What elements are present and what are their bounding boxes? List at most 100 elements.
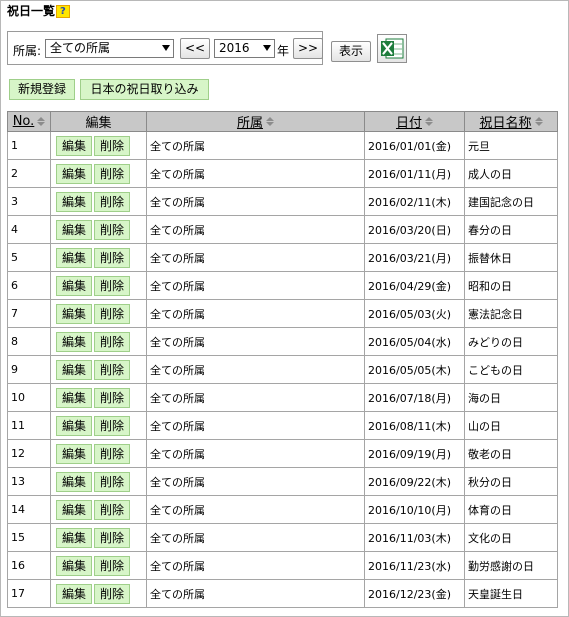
- row-no: 10: [7, 383, 51, 412]
- edit-button[interactable]: 編集: [56, 191, 93, 212]
- header-affiliation[interactable]: 所属: [146, 111, 365, 132]
- header-no[interactable]: No.: [7, 111, 51, 132]
- next-year-button[interactable]: >>: [293, 38, 323, 59]
- row-date: 2016/02/11(木): [364, 187, 465, 216]
- row-no: 14: [7, 495, 51, 524]
- edit-button[interactable]: 編集: [56, 163, 93, 184]
- edit-button[interactable]: 編集: [56, 527, 93, 548]
- row-holiday-name: こどもの日: [464, 355, 558, 384]
- excel-export-button[interactable]: [377, 34, 407, 63]
- row-no: 5: [7, 243, 51, 272]
- row-no: 11: [7, 411, 51, 440]
- delete-button[interactable]: 削除: [94, 415, 131, 436]
- delete-button[interactable]: 削除: [94, 247, 131, 268]
- window-frame: 祝日一覧 ? 所属: 全ての所属 << 2016 年 >> 表示 新規登録 日本…: [0, 0, 569, 617]
- row-affiliation: 全ての所属: [146, 523, 365, 552]
- header-date-label[interactable]: 日付: [396, 112, 422, 131]
- delete-button[interactable]: 削除: [94, 359, 131, 380]
- delete-button[interactable]: 削除: [94, 331, 131, 352]
- row-date: 2016/11/23(水): [364, 551, 465, 580]
- page-title: 祝日一覧 ?: [7, 4, 70, 18]
- edit-button[interactable]: 編集: [56, 331, 93, 352]
- edit-button[interactable]: 編集: [56, 387, 93, 408]
- edit-button[interactable]: 編集: [56, 555, 93, 576]
- delete-button[interactable]: 削除: [94, 191, 131, 212]
- row-affiliation: 全ての所属: [146, 383, 365, 412]
- edit-button[interactable]: 編集: [56, 359, 93, 380]
- row-affiliation: 全ての所属: [146, 187, 365, 216]
- row-holiday-name: 文化の日: [464, 523, 558, 552]
- table-row: 15 編集 削除 全ての所属 2016/11/03(木) 文化の日: [7, 523, 558, 552]
- row-affiliation: 全ての所属: [146, 159, 365, 188]
- delete-button[interactable]: 削除: [94, 387, 131, 408]
- table-row: 17 編集 削除 全ての所属 2016/12/23(金) 天皇誕生日: [7, 579, 558, 608]
- sort-icon: [534, 117, 543, 126]
- row-holiday-name: 振替休日: [464, 243, 558, 272]
- header-name[interactable]: 祝日名称: [464, 111, 558, 132]
- delete-button[interactable]: 削除: [94, 583, 131, 604]
- edit-button[interactable]: 編集: [56, 135, 93, 156]
- row-affiliation: 全ての所属: [146, 411, 365, 440]
- row-actions: 編集 削除: [50, 131, 147, 160]
- edit-button[interactable]: 編集: [56, 247, 93, 268]
- delete-button[interactable]: 削除: [94, 219, 131, 240]
- year-select[interactable]: 2016: [214, 39, 275, 58]
- row-date: 2016/03/20(日): [364, 215, 465, 244]
- delete-button[interactable]: 削除: [94, 499, 131, 520]
- row-actions: 編集 削除: [50, 187, 147, 216]
- edit-button[interactable]: 編集: [56, 415, 93, 436]
- table-row: 12 編集 削除 全ての所属 2016/09/19(月) 敬老の日: [7, 439, 558, 468]
- row-holiday-name: 元旦: [464, 131, 558, 160]
- help-icon[interactable]: ?: [56, 4, 70, 18]
- header-date[interactable]: 日付: [364, 111, 465, 132]
- row-affiliation: 全ての所属: [146, 551, 365, 580]
- table-row: 16 編集 削除 全ての所属 2016/11/23(水) 勤労感謝の日: [7, 551, 558, 580]
- row-no: 4: [7, 215, 51, 244]
- row-holiday-name: 海の日: [464, 383, 558, 412]
- delete-button[interactable]: 削除: [94, 163, 131, 184]
- table-row: 10 編集 削除 全ての所属 2016/07/18(月) 海の日: [7, 383, 558, 412]
- header-affiliation-label[interactable]: 所属: [237, 112, 263, 131]
- row-holiday-name: みどりの日: [464, 327, 558, 356]
- row-actions: 編集 削除: [50, 579, 147, 608]
- table-row: 1 編集 削除 全ての所属 2016/01/01(金) 元旦: [7, 131, 558, 160]
- show-button[interactable]: 表示: [331, 41, 371, 62]
- delete-button[interactable]: 削除: [94, 275, 131, 296]
- affiliation-select[interactable]: 全ての所属: [45, 39, 174, 58]
- delete-button[interactable]: 削除: [94, 303, 131, 324]
- delete-button[interactable]: 削除: [94, 471, 131, 492]
- delete-button[interactable]: 削除: [94, 443, 131, 464]
- new-register-button[interactable]: 新規登録: [9, 79, 75, 100]
- row-affiliation: 全ての所属: [146, 243, 365, 272]
- edit-button[interactable]: 編集: [56, 275, 93, 296]
- header-edit: 編集: [50, 111, 147, 132]
- holiday-table: No. 編集 所属 日付 祝日名称 1 編集 削除 全ての所属 2016/01/…: [7, 111, 558, 608]
- import-holidays-button[interactable]: 日本の祝日取り込み: [80, 79, 209, 100]
- row-date: 2016/12/23(金): [364, 579, 465, 608]
- header-name-label[interactable]: 祝日名称: [479, 112, 531, 131]
- row-no: 3: [7, 187, 51, 216]
- edit-button[interactable]: 編集: [56, 443, 93, 464]
- prev-year-button[interactable]: <<: [180, 38, 210, 59]
- row-date: 2016/05/03(火): [364, 299, 465, 328]
- edit-button[interactable]: 編集: [56, 219, 93, 240]
- row-date: 2016/10/10(月): [364, 495, 465, 524]
- header-no-label[interactable]: No.: [13, 114, 35, 129]
- delete-button[interactable]: 削除: [94, 555, 131, 576]
- edit-button[interactable]: 編集: [56, 471, 93, 492]
- edit-button[interactable]: 編集: [56, 303, 93, 324]
- row-date: 2016/05/05(木): [364, 355, 465, 384]
- table-header-row: No. 編集 所属 日付 祝日名称: [7, 111, 558, 132]
- delete-button[interactable]: 削除: [94, 527, 131, 548]
- sort-icon: [266, 117, 274, 126]
- row-affiliation: 全ての所属: [146, 439, 365, 468]
- delete-button[interactable]: 削除: [94, 135, 131, 156]
- row-affiliation: 全ての所属: [146, 215, 365, 244]
- affiliation-label: 所属:: [13, 44, 42, 58]
- edit-button[interactable]: 編集: [56, 499, 93, 520]
- chevron-down-icon: [263, 45, 271, 51]
- edit-button[interactable]: 編集: [56, 583, 93, 604]
- header-edit-label: 編集: [85, 116, 112, 131]
- row-holiday-name: 天皇誕生日: [464, 579, 558, 608]
- year-select-value: 2016: [219, 41, 250, 55]
